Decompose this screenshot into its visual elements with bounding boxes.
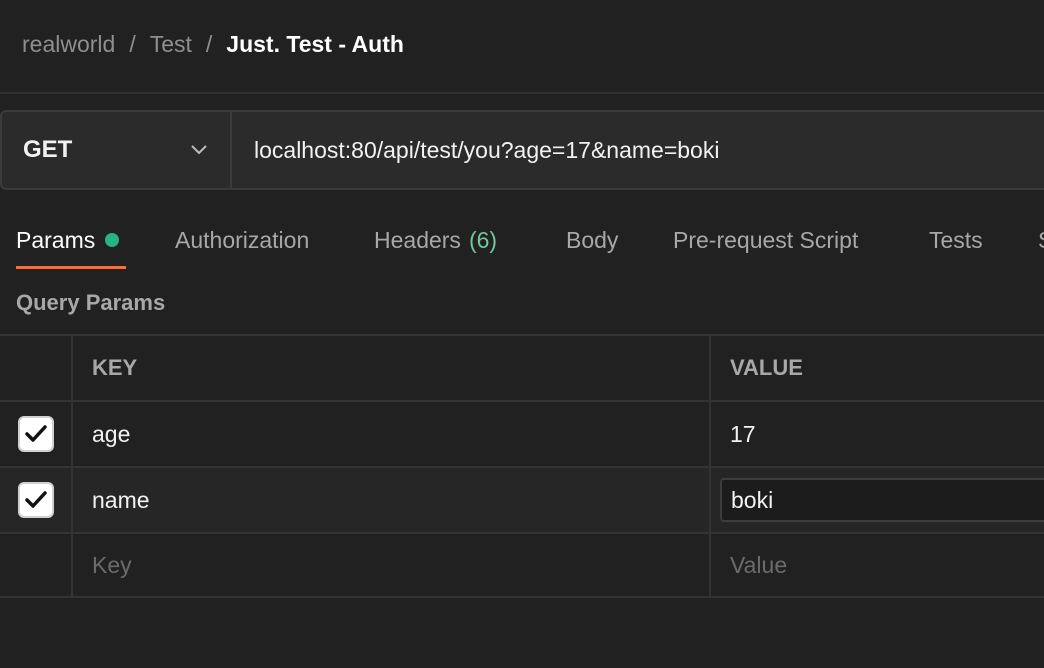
tab-params[interactable]: Params bbox=[16, 210, 120, 270]
query-params-title: Query Params bbox=[16, 290, 166, 315]
param-checkbox[interactable] bbox=[17, 416, 54, 452]
method-dropdown[interactable]: GET bbox=[2, 112, 232, 188]
tab-params-label: Params bbox=[16, 226, 96, 253]
breadcrumb: realworld / Test / Just. Test - Auth bbox=[22, 28, 404, 60]
breadcrumb-item-collection[interactable]: Test bbox=[150, 31, 192, 58]
chevron-down-icon bbox=[190, 144, 208, 156]
row-check-cell bbox=[0, 402, 73, 466]
param-value-cell: boki bbox=[711, 468, 1044, 532]
breadcrumb-separator: / bbox=[129, 30, 136, 57]
header-divider bbox=[0, 92, 1044, 94]
checkmark-icon bbox=[24, 491, 47, 508]
active-tab-underline bbox=[16, 266, 126, 269]
breadcrumb-separator: / bbox=[205, 30, 213, 57]
table-row: name boki bbox=[0, 466, 1044, 532]
headers-count: (6) bbox=[468, 226, 498, 253]
tab-headers-label: Headers bbox=[374, 226, 461, 253]
tab-headers[interactable]: Headers (6) bbox=[374, 210, 497, 270]
tab-pre-request-script-label: Pre-request Script bbox=[673, 226, 859, 253]
table-row-new: Key Value bbox=[0, 532, 1044, 598]
tab-tests[interactable]: Tests bbox=[929, 210, 983, 270]
param-value-input[interactable]: boki bbox=[720, 478, 1044, 522]
column-header-value: VALUE bbox=[730, 355, 803, 380]
request-tabs: Params Authorization Headers (6) Body Pr… bbox=[0, 210, 1044, 272]
url-input[interactable]: localhost:80/api/test/you?age=17&name=bo… bbox=[232, 112, 1044, 188]
tab-settings-label: S bbox=[1038, 227, 1044, 254]
table-header-row: KEY VALUE bbox=[0, 334, 1044, 400]
tab-authorization-label: Authorization bbox=[175, 226, 310, 253]
active-indicator-dot bbox=[105, 233, 120, 247]
param-key-cell[interactable]: age bbox=[73, 402, 711, 466]
request-bar: GET localhost:80/api/test/you?age=17&nam… bbox=[0, 110, 1044, 190]
header-check-cell bbox=[0, 336, 73, 400]
column-header-key: KEY bbox=[73, 336, 711, 400]
new-key-input[interactable]: Key bbox=[73, 534, 711, 596]
tab-tests-label: Tests bbox=[929, 226, 983, 253]
breadcrumb-item-workspace[interactable]: realworld bbox=[22, 31, 115, 58]
method-label: GET bbox=[23, 136, 73, 163]
new-value-input[interactable]: Value bbox=[711, 534, 1044, 596]
param-key-cell[interactable]: name bbox=[73, 468, 711, 532]
tab-body[interactable]: Body bbox=[566, 210, 618, 270]
param-checkbox[interactable] bbox=[17, 482, 54, 518]
checkmark-icon bbox=[24, 425, 47, 442]
param-value-cell[interactable]: 17 bbox=[711, 402, 1044, 466]
tab-body-label: Body bbox=[566, 226, 619, 253]
row-check-cell bbox=[0, 534, 73, 596]
query-params-table: KEY VALUE age 17 name boki Key Value bbox=[0, 334, 1044, 598]
tab-settings[interactable]: S bbox=[1038, 210, 1044, 270]
tab-pre-request-script[interactable]: Pre-request Script bbox=[673, 210, 858, 270]
request-name[interactable]: Just. Test - Auth bbox=[226, 31, 404, 58]
tab-authorization[interactable]: Authorization bbox=[175, 210, 309, 270]
row-check-cell bbox=[0, 468, 73, 532]
table-row: age 17 bbox=[0, 400, 1044, 466]
